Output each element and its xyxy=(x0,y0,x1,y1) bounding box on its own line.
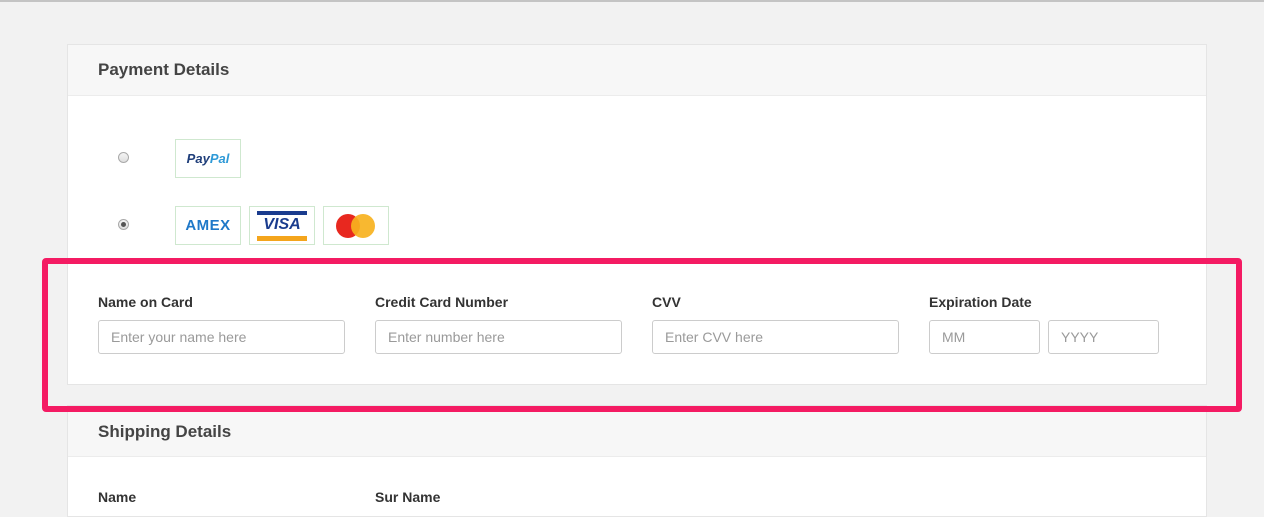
visa-icon: VISA xyxy=(257,210,307,241)
amex-icon: AMEX xyxy=(185,217,231,234)
payment-details-title: Payment Details xyxy=(68,45,1206,96)
name-on-card-input[interactable] xyxy=(98,320,345,354)
cvv-input[interactable] xyxy=(652,320,899,354)
mastercard-icon xyxy=(336,213,376,238)
shipping-details-panel: Shipping Details xyxy=(67,405,1207,517)
expiry-year-input[interactable] xyxy=(1048,320,1159,354)
card-number-input[interactable] xyxy=(375,320,622,354)
paypal-icon: PayPal xyxy=(186,151,230,166)
shipping-name-label: Name xyxy=(98,489,137,505)
shipping-details-title: Shipping Details xyxy=(68,406,1206,457)
top-divider xyxy=(0,0,1264,2)
cvv-label: CVV xyxy=(652,294,681,310)
expiry-month-input[interactable] xyxy=(929,320,1040,354)
expiration-date-label: Expiration Date xyxy=(929,294,1032,310)
amex-logo[interactable]: AMEX xyxy=(175,206,241,245)
visa-logo[interactable]: VISA xyxy=(249,206,315,245)
name-on-card-label: Name on Card xyxy=(98,294,193,310)
paypal-radio[interactable] xyxy=(118,152,129,163)
shipping-surname-label: Sur Name xyxy=(375,489,441,505)
card-number-label: Credit Card Number xyxy=(375,294,509,310)
paypal-logo[interactable]: PayPal xyxy=(175,139,241,178)
mastercard-logo[interactable] xyxy=(323,206,389,245)
card-radio[interactable] xyxy=(118,219,129,230)
